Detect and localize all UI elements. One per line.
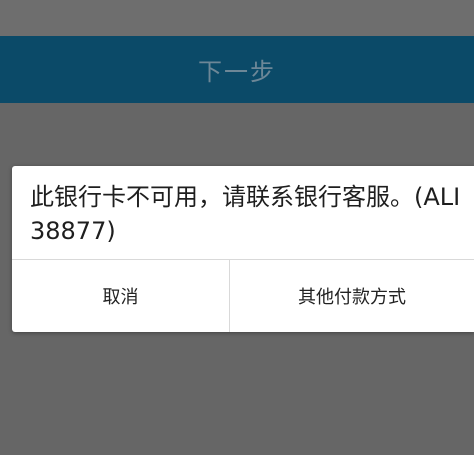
dialog-message: 此银行卡不可用，请联系银行客服。(ALI38877) bbox=[30, 183, 461, 245]
next-step-label: 下一步 bbox=[198, 58, 276, 86]
next-step-button[interactable]: 下一步 bbox=[0, 36, 474, 103]
status-area bbox=[0, 0, 474, 36]
other-payment-button[interactable]: 其他付款方式 bbox=[230, 260, 474, 332]
error-dialog: 此银行卡不可用，请联系银行客服。(ALI38877) 取消 其他付款方式 bbox=[12, 166, 474, 332]
cancel-button[interactable]: 取消 bbox=[12, 260, 229, 332]
